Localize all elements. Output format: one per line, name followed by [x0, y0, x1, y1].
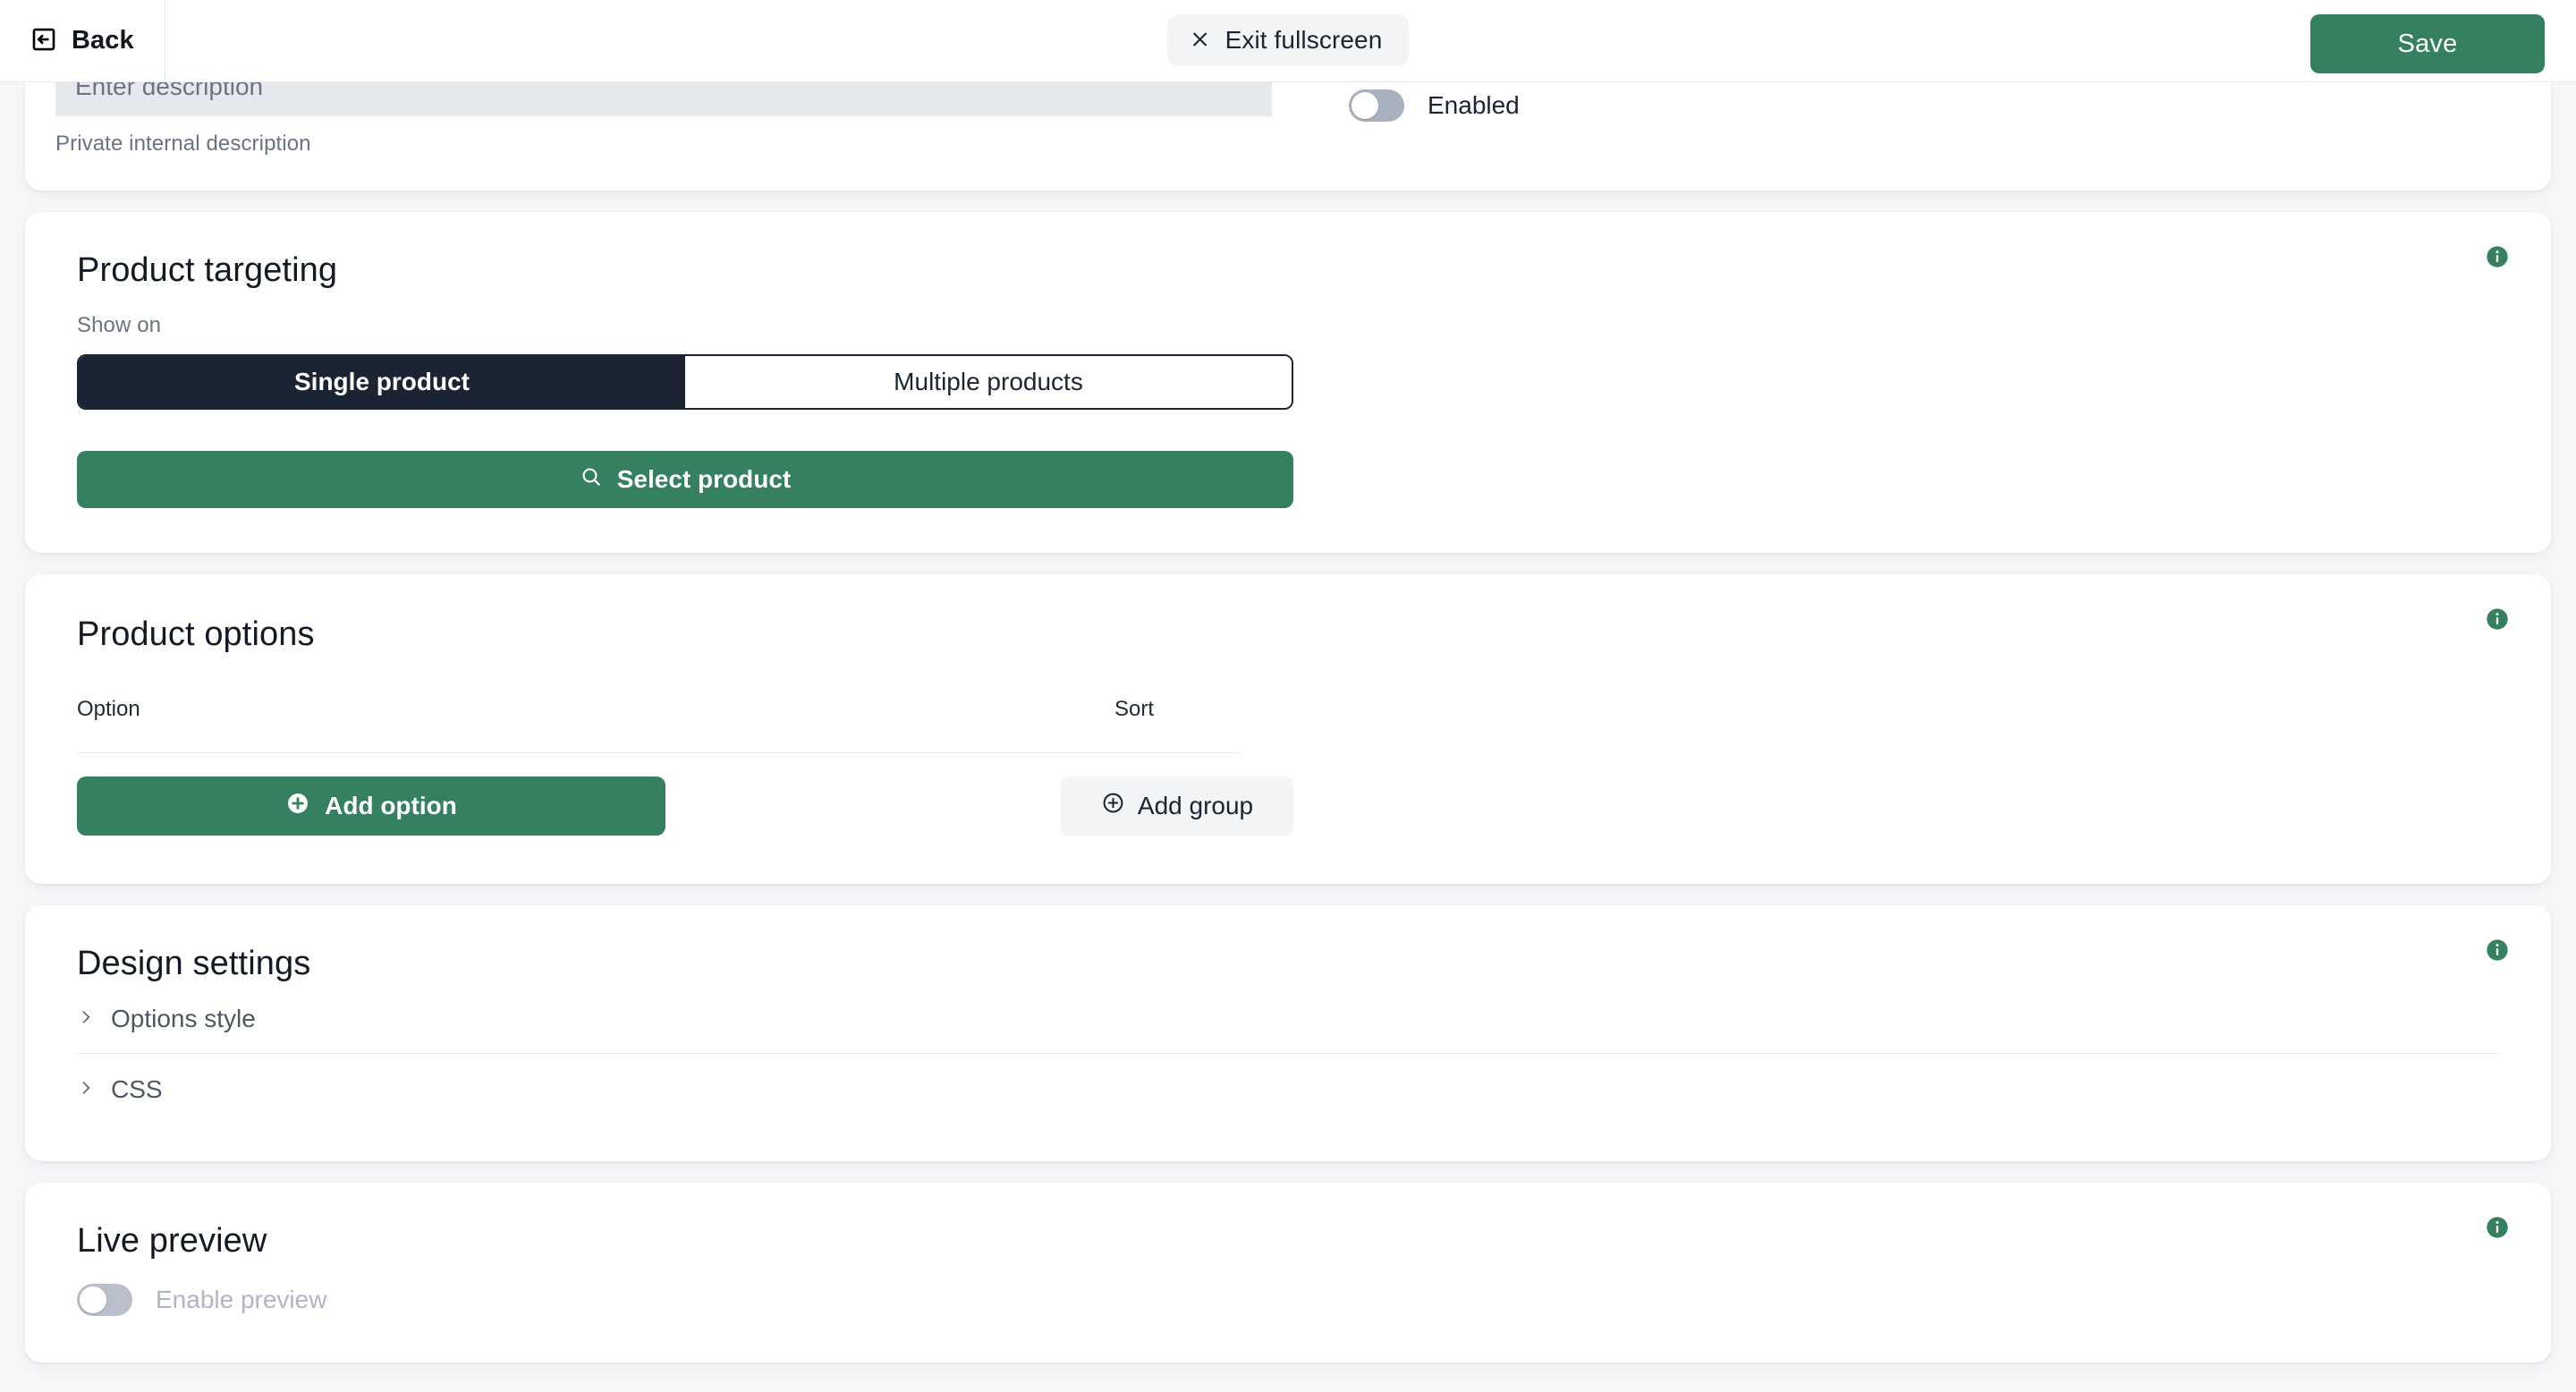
enable-preview-toggle[interactable] [77, 1284, 132, 1316]
live-preview-title: Live preview [77, 1222, 267, 1260]
product-options-table-header: Option Sort [77, 697, 1243, 753]
accordion-options-style-label: Options style [111, 1005, 256, 1032]
add-option-label: Add option [325, 792, 457, 819]
design-settings-title: Design settings [77, 945, 311, 982]
back-button-label: Back [72, 26, 134, 55]
design-settings-card: Design settings Options style CSS [25, 905, 2551, 1161]
select-product-button[interactable]: Select product [77, 451, 1293, 508]
enabled-toggle-knob [1352, 92, 1378, 119]
description-field-group: Private internal description [55, 82, 1272, 157]
column-header-option: Option [77, 697, 140, 721]
save-button[interactable]: Save [2310, 14, 2545, 73]
exit-fullscreen-button[interactable]: Exit fullscreen [1166, 14, 1410, 66]
description-row: Private internal description Enabled [25, 82, 2551, 157]
plus-circle-filled-icon [285, 791, 310, 822]
search-icon [580, 465, 603, 495]
product-options-title: Product options [77, 615, 315, 653]
product-targeting-card: Product targeting Show on Single product… [25, 212, 2551, 553]
segment-multiple-products[interactable]: Multiple products [685, 356, 1292, 408]
column-header-sort: Sort [1114, 697, 1155, 721]
show-on-label: Show on [77, 313, 162, 337]
add-group-button[interactable]: Add group [1061, 777, 1293, 836]
enable-preview-toggle-knob [80, 1286, 106, 1313]
settings-scroll-area: Private internal description Enabled Pro… [0, 82, 2576, 1392]
info-circle-icon[interactable] [2485, 938, 2510, 963]
description-input[interactable] [55, 82, 1272, 116]
chevron-right-icon [77, 1008, 95, 1031]
top-toolbar: Back Exit fullscreen Save [0, 0, 2576, 82]
enable-preview-label: Enable preview [156, 1286, 327, 1313]
back-button[interactable]: Back [0, 0, 165, 82]
info-circle-icon[interactable] [2485, 1215, 2510, 1240]
select-product-label: Select product [616, 465, 792, 493]
add-option-button[interactable]: Add option [77, 777, 665, 836]
enable-preview-row: Enable preview [77, 1284, 2551, 1316]
enabled-toggle-label: Enabled [1428, 91, 1520, 119]
description-help-text: Private internal description [55, 132, 311, 156]
accordion-css-label: CSS [111, 1075, 163, 1103]
plus-circle-outline-icon [1101, 791, 1125, 821]
product-targeting-title: Product targeting [77, 251, 338, 289]
exit-fullscreen-label: Exit fullscreen [1224, 26, 1383, 54]
enabled-toggle-row: Enabled [1349, 89, 1520, 122]
info-circle-icon[interactable] [2485, 244, 2510, 269]
description-card: Private internal description Enabled [25, 82, 2551, 191]
enabled-toggle[interactable] [1349, 89, 1404, 122]
arrow-left-square-icon [30, 26, 57, 55]
accordion-css[interactable]: CSS [77, 1053, 2499, 1124]
chevron-right-icon [77, 1079, 95, 1101]
accordion-options-style[interactable]: Options style [77, 983, 2499, 1053]
live-preview-card: Live preview Enable preview [25, 1183, 2551, 1362]
close-x-icon [1191, 30, 1210, 52]
segment-single-product[interactable]: Single product [79, 356, 685, 408]
show-on-segmented-control: Single product Multiple products [77, 354, 1293, 410]
product-options-actions: Add option Add group [77, 777, 2551, 836]
add-group-label: Add group [1137, 792, 1254, 819]
product-options-card: Product options Option Sort Add option A… [25, 574, 2551, 884]
info-circle-icon[interactable] [2485, 607, 2510, 632]
